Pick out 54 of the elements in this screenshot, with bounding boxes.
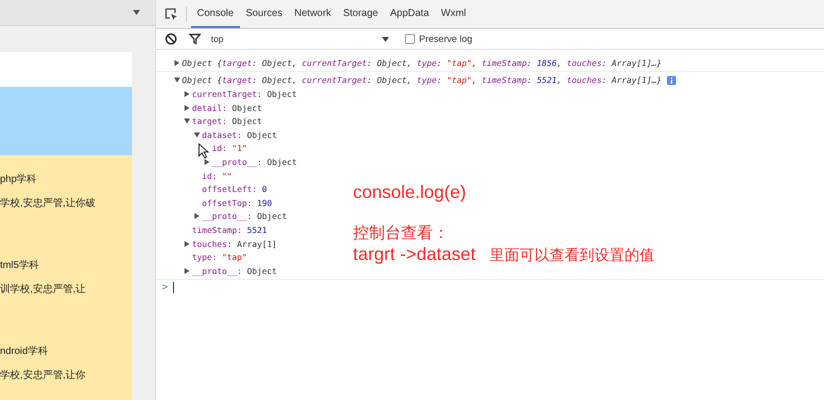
triangle-icon[interactable]	[194, 132, 200, 138]
property-entry: offsetTop: 190	[202, 198, 272, 208]
filter-icon[interactable]	[189, 33, 201, 45]
annotation-text: 里面可以查看到设置的值	[490, 246, 655, 265]
property-entry: type: "tap"	[192, 252, 247, 262]
preserve-log-label[interactable]: Preserve log	[419, 34, 472, 44]
clear-icon[interactable]	[165, 33, 177, 45]
property-entry: dataset: Object	[202, 130, 277, 140]
devtools-tab[interactable]: Wxml	[435, 0, 472, 28]
info-icon[interactable]	[666, 76, 676, 85]
triangle-icon[interactable]	[184, 268, 190, 274]
property-entry: timeStamp: 5521	[192, 224, 267, 235]
context-selector[interactable]: top	[211, 34, 224, 44]
triangle-icon[interactable]	[174, 77, 180, 84]
triangle-icon[interactable]	[184, 104, 190, 111]
property-entry: target: Object	[192, 116, 262, 126]
triangle-icon[interactable]	[174, 60, 180, 66]
property-entry: id: "1"	[212, 143, 247, 154]
inspect-icon[interactable]	[165, 8, 178, 20]
course-title[interactable]: php学科	[0, 172, 37, 186]
triangle-icon[interactable]	[184, 240, 190, 247]
log-summary[interactable]: Object {target: Object, currentTarget: Object, type: "tap", timeStamp: 5521, touches: Array[1]…}	[182, 75, 662, 86]
devtools-tab[interactable]: Console	[191, 0, 240, 28]
triangle-icon[interactable]	[204, 158, 210, 165]
dropdown-caret-icon[interactable]	[382, 36, 389, 42]
dropdown-caret-icon[interactable]	[133, 10, 140, 15]
console-prompt: >	[162, 282, 168, 293]
devtools-tab[interactable]: AppData	[384, 0, 436, 28]
property-entry: __proto__: Object	[192, 266, 277, 276]
course-title[interactable]: ndroid学科	[0, 344, 48, 358]
course-description: 学校,安忠严管,让你破	[0, 196, 96, 210]
course-title[interactable]: tml5学科	[0, 258, 39, 272]
annotation-text: 控制台查看：	[353, 224, 449, 244]
course-description: 训学校,安忠严管,让	[0, 282, 86, 296]
annotation-text: console.log(e)	[353, 182, 466, 203]
annotation-text: targrt ->dataset	[353, 244, 476, 265]
triangle-icon[interactable]	[184, 90, 190, 97]
triangle-icon[interactable]	[194, 213, 200, 220]
property-entry: detail: Object	[192, 102, 262, 113]
course-description: 学校,安忠严管,让你	[0, 368, 86, 382]
mouse-cursor-icon	[198, 143, 209, 159]
property-entry: id: ""	[202, 170, 232, 181]
property-entry: offsetLeft: 0	[202, 184, 267, 194]
log-summary[interactable]: Object {target: Object, currentTarget: Object, type: "tap", timeStamp: 1856, touches: Array[1]…}	[182, 58, 662, 68]
property-entry: __proto__: Object	[202, 211, 287, 222]
text-cursor	[173, 282, 174, 293]
property-entry: __proto__: Object	[212, 156, 297, 167]
triangle-icon[interactable]	[184, 118, 190, 124]
devtools-tab[interactable]: Network	[288, 0, 338, 28]
devtools-tab[interactable]: Storage	[337, 0, 384, 28]
property-entry: currentTarget: Object	[192, 88, 297, 99]
devtools-tab[interactable]: Sources	[240, 0, 288, 28]
property-entry: touches: Array[1]	[192, 238, 277, 249]
preserve-log-checkbox[interactable]	[405, 34, 415, 44]
